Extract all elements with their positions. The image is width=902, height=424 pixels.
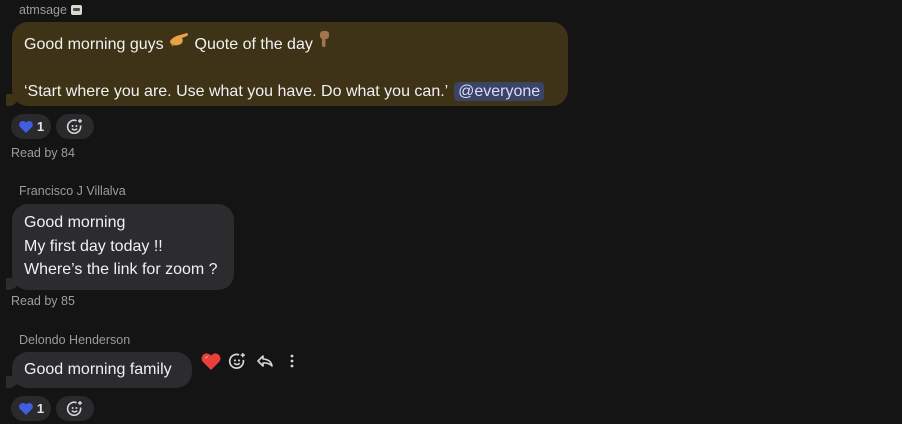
blue-heart-icon (19, 120, 33, 133)
mention-everyone[interactable]: @everyone (454, 82, 545, 101)
message-text: My first day today !! (24, 237, 163, 255)
bubble-tail (6, 278, 20, 290)
reaction-count: 1 (36, 401, 45, 416)
message-line: Good morning guys Quote of the day (24, 30, 556, 57)
heart-react-button[interactable] (198, 352, 224, 371)
quote-text: ‘Start where you are. Use what you have.… (24, 83, 448, 100)
pinching-hand-emoji-icon (168, 32, 190, 51)
message-line: ‘Start where you are. Use what you have.… (24, 80, 556, 104)
add-reaction-button[interactable] (56, 396, 94, 421)
sender-name[interactable]: atmsage (19, 3, 82, 17)
message-text: Good morning family (24, 361, 172, 378)
message-text: Good morning guys (24, 36, 164, 53)
bubble-tail (6, 94, 20, 106)
sender-badge-icon (70, 5, 82, 15)
sender-name[interactable]: Delondo Henderson (19, 333, 130, 347)
reply-button[interactable] (250, 354, 280, 368)
message-text: Where’s the link for zoom ? (24, 261, 218, 278)
reply-arrow-icon (257, 355, 273, 367)
message-text: Good morning (24, 214, 126, 231)
red-heart-icon (201, 352, 221, 370)
add-reaction-icon (66, 400, 82, 416)
message-bubble[interactable]: Good morning My first day today !! Where… (6, 204, 234, 290)
reaction-count: 1 (36, 119, 45, 134)
blue-heart-icon (19, 402, 33, 415)
read-receipt[interactable]: Read by 85 (11, 294, 75, 308)
reaction-heart-pill[interactable]: 1 (11, 396, 51, 421)
add-reaction-button[interactable] (56, 114, 94, 139)
more-options-button[interactable] (280, 354, 304, 368)
more-vertical-icon (290, 354, 294, 368)
message-text: Quote of the day (194, 36, 313, 53)
pointing-down-emoji-icon (317, 30, 331, 51)
add-reaction-icon (66, 118, 82, 134)
sender-name[interactable]: Francisco J Villalva (19, 184, 126, 198)
add-reaction-icon (228, 352, 245, 369)
message-hover-actions (198, 350, 304, 372)
reaction-heart-pill[interactable]: 1 (11, 114, 51, 139)
bubble-tail (6, 376, 20, 388)
message-bubble[interactable]: Good morning family (6, 352, 192, 388)
read-receipt[interactable]: Read by 84 (11, 146, 75, 160)
sender-name-text: atmsage (19, 3, 67, 17)
message-bubble[interactable]: Good morning guys Quote of the day ‘Star… (6, 22, 568, 106)
add-reaction-button[interactable] (224, 352, 250, 371)
